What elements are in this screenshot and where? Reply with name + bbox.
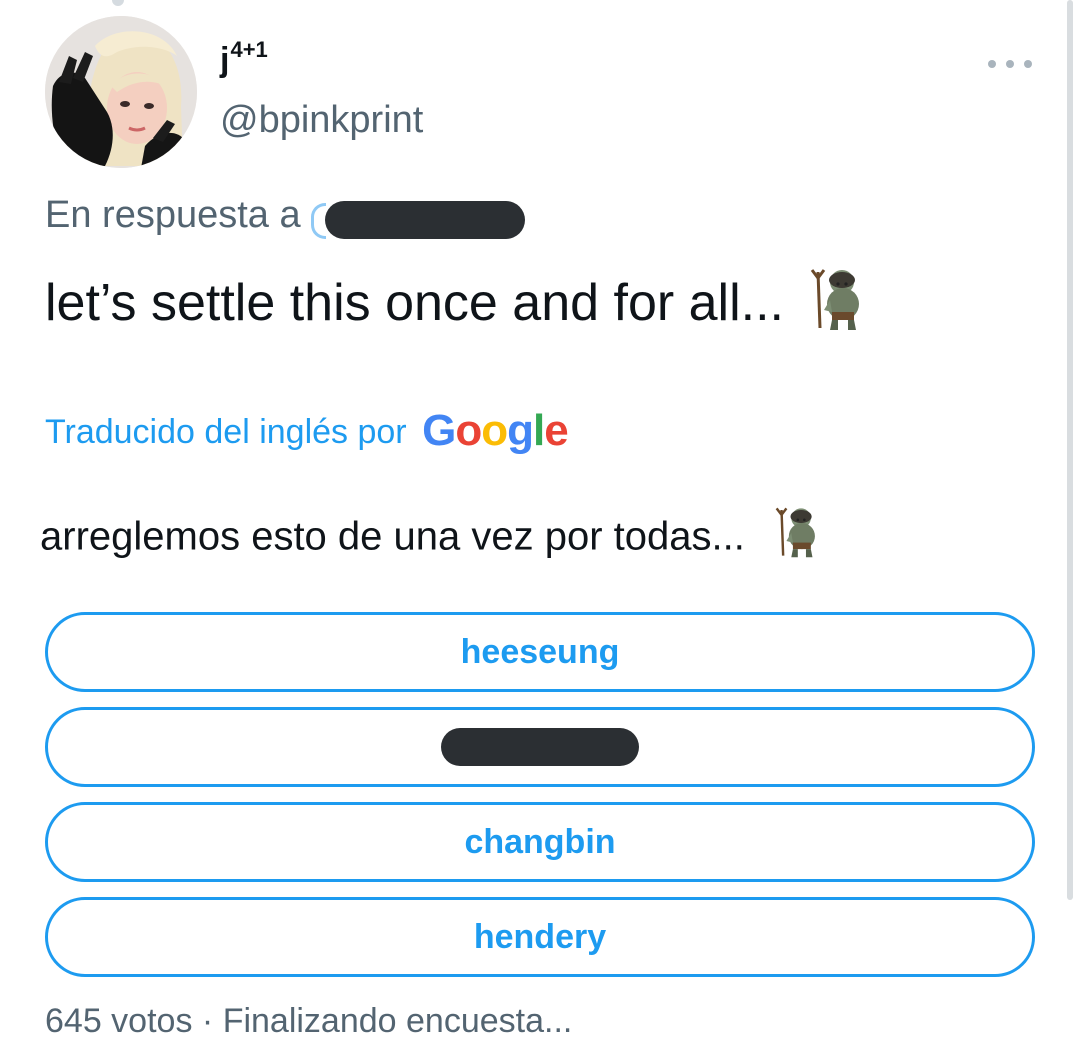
- translated-text-content: arreglemos esto de una vez por todas...: [40, 514, 745, 559]
- thread-connector-dot: [112, 0, 124, 6]
- poll-option-label: hendery: [473, 917, 607, 956]
- tweet: j4+1 @bpinkprint En respuesta a let’s se…: [0, 0, 1080, 1056]
- scrollbar[interactable]: [1067, 0, 1073, 900]
- more-dot: [988, 60, 996, 68]
- reply-prefix: En respuesta a: [45, 194, 301, 236]
- more-horizontal-icon[interactable]: [988, 56, 1032, 72]
- google-logo: Google: [422, 406, 569, 455]
- troll-emoji-icon: [810, 266, 864, 347]
- reply-context: En respuesta a: [45, 192, 531, 239]
- more-dot: [1006, 60, 1014, 68]
- poll-option-label: changbin: [464, 822, 616, 861]
- translation-attribution[interactable]: Traducido del inglés por Google: [45, 406, 569, 455]
- poll-status: 645 votos · Finalizando encuesta...: [45, 998, 572, 1044]
- display-name[interactable]: j4+1: [220, 37, 268, 84]
- tweet-text-content: let’s settle this once and for all...: [45, 274, 784, 333]
- poll-option-label: heeseung: [460, 632, 620, 671]
- avatar-image: [45, 16, 197, 168]
- display-name-text: j: [220, 41, 230, 79]
- avatar[interactable]: [45, 16, 197, 168]
- poll-option-4[interactable]: hendery: [45, 897, 1035, 977]
- poll-option-2[interactable]: [45, 707, 1035, 787]
- troll-emoji-icon: [775, 504, 819, 574]
- separator-dot: ·: [201, 1002, 214, 1040]
- poll-option-3[interactable]: changbin: [45, 802, 1035, 882]
- display-name-superscript: 4+1: [230, 37, 268, 62]
- poll: heeseung changbin hendery: [45, 612, 1035, 992]
- poll-time-status: Finalizando encuesta...: [222, 1002, 573, 1040]
- poll-option-1[interactable]: heeseung: [45, 612, 1035, 692]
- reply-mention-link[interactable]: [311, 197, 531, 239]
- poll-vote-count: 645 votos: [45, 1002, 193, 1040]
- translated-text: arreglemos esto de una vez por todas...: [40, 504, 819, 574]
- tweet-text: let’s settle this once and for all...: [45, 266, 864, 347]
- username-handle[interactable]: @bpinkprint: [220, 98, 423, 142]
- mention-at-glyph: [311, 202, 327, 239]
- redaction-bar: [441, 728, 639, 766]
- redaction-bar: [325, 200, 526, 239]
- more-dot: [1024, 60, 1032, 68]
- translated-label: Traducido del inglés por: [45, 413, 407, 451]
